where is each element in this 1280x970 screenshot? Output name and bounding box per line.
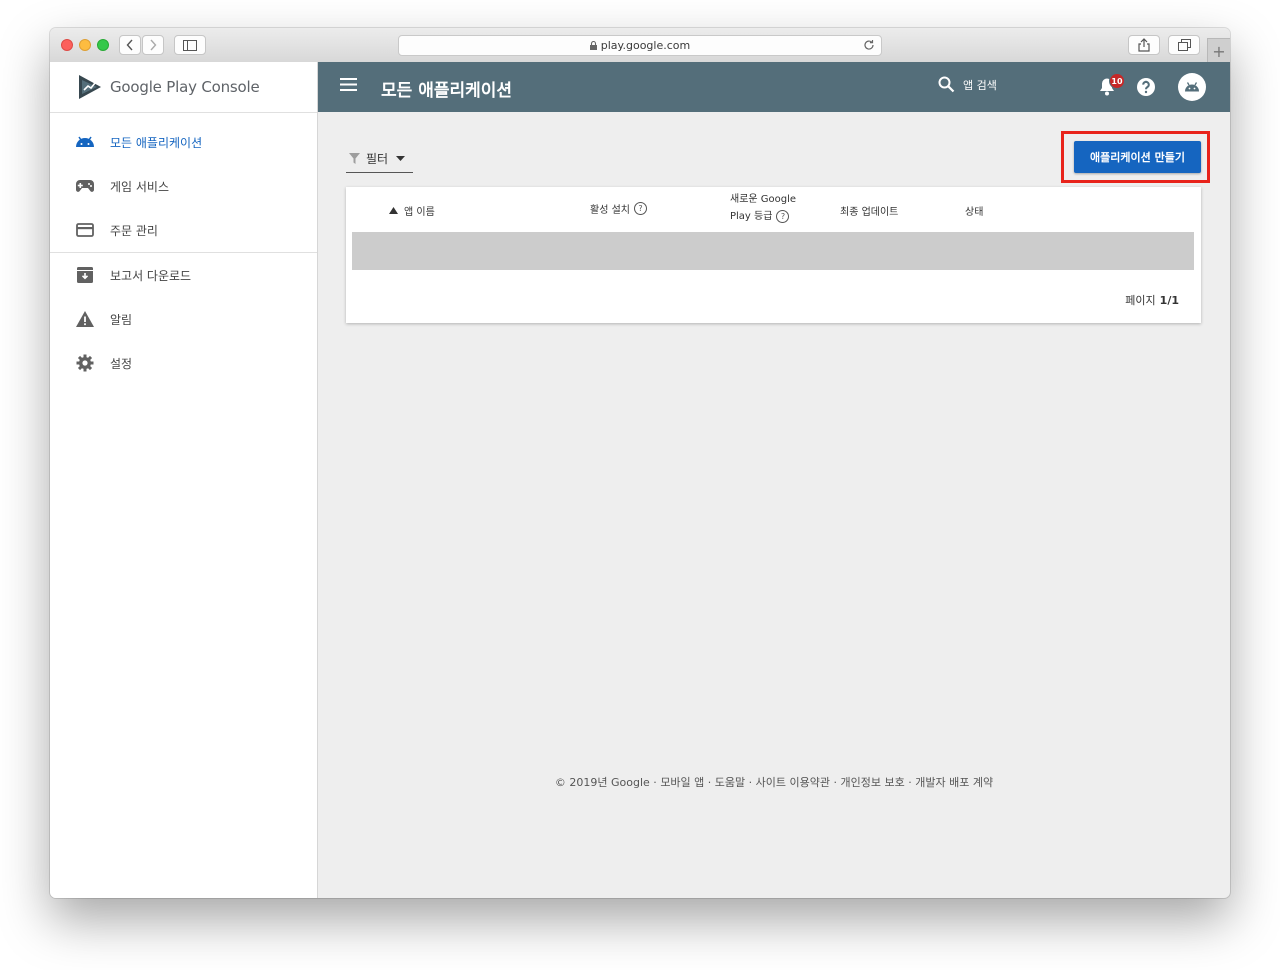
column-label: 상태 <box>965 207 984 218</box>
warning-icon <box>75 309 95 329</box>
page-title: 모든 애플리케이션 <box>381 81 513 101</box>
pager-label: 페이지 <box>1125 294 1156 307</box>
sidebar-item-settings[interactable]: 설정 <box>50 341 317 385</box>
notification-count-badge: 10 <box>1109 73 1125 89</box>
footer-copyright: © 2019년 Google <box>554 776 650 789</box>
footer-separator: · <box>649 776 661 789</box>
sidebar-icon <box>183 39 197 51</box>
minimize-window-button[interactable] <box>79 39 91 51</box>
column-header-last-update: 최종 업데이트 <box>840 203 898 218</box>
close-window-button[interactable] <box>61 39 73 51</box>
footer-link-developer-agreement[interactable]: 개발자 배포 계약 <box>915 776 993 789</box>
sidebar-item-alerts[interactable]: 알림 <box>50 297 317 341</box>
column-label: 앱 이름 <box>404 207 435 218</box>
sidebar-item-label: 보고서 다운로드 <box>110 268 192 283</box>
browser-toolbar: play.google.com + <box>50 28 1230 63</box>
sidebar-item-label: 주문 관리 <box>110 223 158 238</box>
sidebar-item-label: 게임 서비스 <box>110 179 170 194</box>
credit-card-icon <box>75 220 95 240</box>
forward-button[interactable] <box>142 35 164 55</box>
column-label: Play 등급 <box>730 211 773 222</box>
play-console-logo-icon <box>79 75 101 99</box>
address-bar[interactable]: play.google.com <box>398 35 882 56</box>
filter-label: 필터 <box>366 151 389 166</box>
back-button[interactable] <box>119 35 141 55</box>
pager-value: 1/1 <box>1159 294 1179 307</box>
maximize-window-button[interactable] <box>97 39 109 51</box>
account-avatar[interactable] <box>1178 73 1206 101</box>
column-header-play-rating: 새로운 Google Play 등급 ? <box>730 191 796 225</box>
lock-icon <box>589 41 597 50</box>
footer-separator: · <box>830 776 841 789</box>
column-label: 활성 설치 <box>590 205 630 216</box>
help-icon[interactable] <box>1136 77 1156 97</box>
help-circle-icon[interactable]: ? <box>776 210 790 223</box>
pagination: 페이지 1/1 <box>1125 292 1179 308</box>
sidebar-item-label: 설정 <box>110 356 133 371</box>
footer-link-terms[interactable]: 사이트 이용약관 <box>756 776 830 789</box>
brand-name-google-play: Google Play <box>110 78 197 96</box>
new-tab-button[interactable]: + <box>1207 38 1230 63</box>
footer-separator: · <box>904 776 916 789</box>
share-button[interactable] <box>1128 35 1160 55</box>
android-icon <box>75 132 95 152</box>
footer-separator: · <box>704 776 715 789</box>
menu-icon[interactable] <box>340 78 357 91</box>
filter-dropdown[interactable]: 필터 <box>346 144 413 173</box>
search-icon <box>938 76 955 93</box>
sidebar-item-label: 모든 애플리케이션 <box>110 135 203 150</box>
gamepad-icon <box>75 176 95 196</box>
chevron-left-icon <box>126 39 133 51</box>
footer-link-privacy[interactable]: 개인정보 보호 <box>841 776 905 789</box>
create-application-button[interactable]: 애플리케이션 만들기 <box>1074 141 1201 173</box>
sidebar-item-order-management[interactable]: 주문 관리 <box>50 208 317 252</box>
sidebar-item-all-apps[interactable]: 모든 애플리케이션 <box>50 120 317 164</box>
tabs-overview-button[interactable] <box>1168 35 1200 55</box>
footer-link-help[interactable]: 도움말 <box>715 776 745 789</box>
footer-link-mobile-app[interactable]: 모바일 앱 <box>660 776 704 789</box>
app-search[interactable]: 앱 검색 <box>938 76 997 93</box>
footer-separator: · <box>745 776 756 789</box>
reload-icon[interactable] <box>863 39 875 51</box>
brand-name: Google Play Console <box>110 78 260 96</box>
column-header-app-name[interactable]: 앱 이름 <box>389 203 435 218</box>
sidebar-item-download-reports[interactable]: 보고서 다운로드 <box>50 253 317 297</box>
chevron-right-icon <box>150 39 157 51</box>
browser-window: play.google.com + Google Play Console 모든… <box>50 28 1230 898</box>
android-avatar-icon <box>1185 82 1199 92</box>
help-circle-icon[interactable]: ? <box>633 202 647 215</box>
column-header-active-installs: 활성 설치 ? <box>590 201 647 216</box>
apps-table: 앱 이름 활성 설치 ? 새로운 Google Play 등급 ? 최종 업데이… <box>346 187 1201 323</box>
column-label: 새로운 Google <box>730 194 797 205</box>
brand-logo[interactable]: Google Play Console <box>50 62 317 113</box>
sidebar: Google Play Console 모든 애플리케이션 게임 서비스 주문 … <box>50 62 318 898</box>
filter-funnel-icon <box>349 152 360 164</box>
caret-down-icon <box>396 155 406 161</box>
table-row-placeholder <box>352 232 1194 270</box>
footer: © 2019년 Google · 모바일 앱 · 도움말 · 사이트 이용약관 … <box>318 774 1230 790</box>
tabs-icon <box>1177 39 1191 51</box>
sort-ascending-icon <box>389 207 398 214</box>
archive-download-icon <box>75 265 95 285</box>
column-header-status: 상태 <box>965 203 983 218</box>
sidebar-item-game-services[interactable]: 게임 서비스 <box>50 164 317 208</box>
app-header: 모든 애플리케이션 앱 검색 10 <box>318 62 1230 112</box>
column-label: 최종 업데이트 <box>840 207 899 218</box>
gear-icon <box>75 353 95 373</box>
sidebar-toggle-button[interactable] <box>174 35 206 55</box>
share-icon <box>1138 38 1150 52</box>
brand-name-console: Console <box>201 78 260 96</box>
sidebar-item-label: 알림 <box>110 312 133 327</box>
url-text: play.google.com <box>600 39 691 52</box>
search-label: 앱 검색 <box>963 78 997 92</box>
